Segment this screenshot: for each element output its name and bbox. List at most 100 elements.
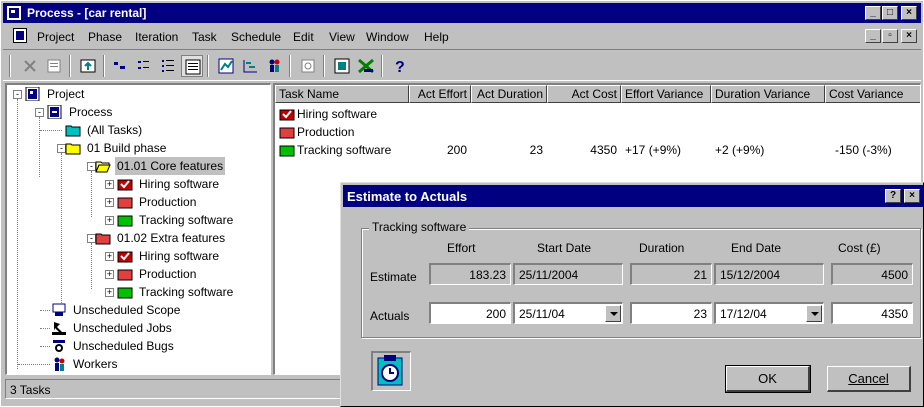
act-effort-cell: 200: [446, 143, 467, 157]
mdi-close-button[interactable]: ×: [901, 29, 917, 43]
expand-toggle[interactable]: +: [105, 252, 114, 261]
actuals-cost-input[interactable]: 4350: [831, 302, 913, 324]
expand-toggle[interactable]: +: [105, 216, 114, 225]
task-red-icon: [117, 269, 133, 281]
details-view-icon[interactable]: [181, 55, 203, 77]
mdi-minimize-button[interactable]: _: [865, 29, 881, 43]
expand-toggle[interactable]: +: [105, 180, 114, 189]
actuals-duration-input[interactable]: 23: [630, 302, 712, 324]
folder-yellow-icon: [65, 143, 81, 155]
task-name-cell: Production: [297, 125, 355, 139]
expand-toggle[interactable]: +: [105, 288, 114, 297]
mdi-restore-button[interactable]: ▫: [882, 29, 898, 43]
estimate-icon[interactable]: [215, 55, 237, 77]
act-cost-cell: 4350: [590, 143, 617, 157]
column-header-task-name[interactable]: Task Name: [275, 85, 409, 103]
task-name-cell: Hiring software: [297, 107, 378, 121]
folder-red-icon: [95, 233, 111, 245]
column-header-effort-variance[interactable]: Effort Variance: [621, 85, 711, 103]
list-view-icon[interactable]: [157, 55, 179, 77]
effort-variance-cell: +17 (+9%): [625, 143, 682, 157]
menu-task[interactable]: Task: [192, 30, 217, 44]
group-label: Tracking software: [369, 220, 470, 234]
header-start-date: Start Date: [537, 241, 592, 255]
folder-cyan-icon: [65, 125, 81, 137]
chevron-down-icon[interactable]: [806, 305, 822, 322]
column-header-act-cost[interactable]: Act Cost: [547, 85, 621, 103]
dialog-title-bar: Estimate to Actuals ? ×: [343, 185, 923, 207]
tree-line: [39, 117, 40, 177]
chevron-down-icon[interactable]: [605, 305, 621, 322]
task-red-check-icon: [117, 251, 133, 263]
workers-icon: [54, 357, 65, 371]
task-red-icon: [117, 197, 133, 209]
menu-bar: Project Phase Iteration Task Schedule Ed…: [3, 25, 921, 47]
actuals-end-date-picker[interactable]: 17/12/04: [714, 302, 824, 324]
toolbar-separator: [103, 55, 105, 77]
delete-icon[interactable]: [19, 55, 41, 77]
maximize-button[interactable]: □: [882, 6, 898, 20]
column-header-act-duration[interactable]: Act Duration: [471, 85, 547, 103]
title-bar: Process - [car rental] _ □ ×: [3, 3, 921, 23]
menu-phase[interactable]: Phase: [88, 30, 122, 44]
ok-button[interactable]: OK: [725, 365, 811, 393]
gantt-chart-icon[interactable]: [239, 55, 261, 77]
estimate-end-field: 15/12/2004: [714, 263, 824, 285]
column-header-act-effort[interactable]: Act Effort: [409, 85, 471, 103]
estimate-label: Estimate: [370, 270, 417, 284]
cancel-button[interactable]: Cancel: [827, 366, 911, 392]
task-green-icon: [279, 145, 295, 157]
export-icon[interactable]: [331, 55, 353, 77]
actuals-effort-input[interactable]: 200: [429, 302, 511, 324]
workers-toolbar-icon[interactable]: [263, 55, 285, 77]
dialog-close-button[interactable]: ×: [904, 189, 920, 203]
menu-view[interactable]: View: [329, 30, 355, 44]
estimate-start-field: 25/11/2004: [513, 263, 623, 285]
task-name-cell: Tracking software: [297, 143, 392, 157]
excel-icon[interactable]: [355, 55, 377, 77]
large-icons-icon[interactable]: [109, 55, 131, 77]
toolbar-separator: [9, 55, 11, 77]
menu-edit[interactable]: Edit: [293, 30, 314, 44]
menu-project[interactable]: Project: [37, 30, 74, 44]
dialog-title: Estimate to Actuals: [347, 189, 468, 204]
header-duration: Duration: [639, 241, 685, 255]
toolbar-separator: [381, 55, 383, 77]
toolbar-separator: [323, 55, 325, 77]
menu-help[interactable]: Help: [424, 30, 449, 44]
minimize-button[interactable]: _: [865, 6, 881, 20]
actuals-label: Actuals: [370, 309, 410, 323]
close-button[interactable]: ×: [901, 6, 917, 20]
tree-line: [61, 153, 62, 303]
svg-text:?: ?: [395, 59, 405, 76]
tree-pane[interactable]: - Project - Process (All Tasks) - 01 Bui…: [5, 83, 271, 375]
expand-toggle[interactable]: +: [105, 198, 114, 207]
tree-line: [40, 310, 50, 311]
tree-line: [40, 328, 50, 329]
toolbar-separator: [289, 55, 291, 77]
actuals-start-date-picker[interactable]: 25/11/04: [513, 302, 623, 324]
menu-iteration[interactable]: Iteration: [135, 30, 178, 44]
jobs-icon: [52, 322, 66, 335]
menu-window[interactable]: Window: [366, 30, 409, 44]
column-header-cost-variance[interactable]: Cost Variance: [825, 85, 920, 103]
help-icon[interactable]: ?: [389, 55, 411, 77]
expand-toggle[interactable]: +: [105, 270, 114, 279]
duration-variance-cell: +2 (+9%): [715, 143, 765, 157]
menu-schedule[interactable]: Schedule: [231, 30, 281, 44]
print-preview-icon[interactable]: [297, 55, 319, 77]
collapse-toggle[interactable]: -: [35, 108, 44, 117]
dialog-help-button[interactable]: ?: [885, 189, 901, 203]
properties-icon[interactable]: [43, 55, 65, 77]
collapse-toggle[interactable]: -: [13, 90, 22, 99]
tree-line: [91, 243, 92, 289]
window-title: Process - [car rental]: [27, 6, 147, 20]
header-cost: Cost (£): [838, 241, 881, 255]
process-icon: [47, 105, 62, 119]
column-header-duration-variance[interactable]: Duration Variance: [711, 85, 825, 103]
up-level-icon[interactable]: [77, 55, 99, 77]
task-green-icon: [117, 215, 133, 227]
small-icons-icon[interactable]: [133, 55, 155, 77]
estimate-cost-field: 4500: [831, 263, 913, 285]
document-icon[interactable]: [13, 28, 27, 43]
